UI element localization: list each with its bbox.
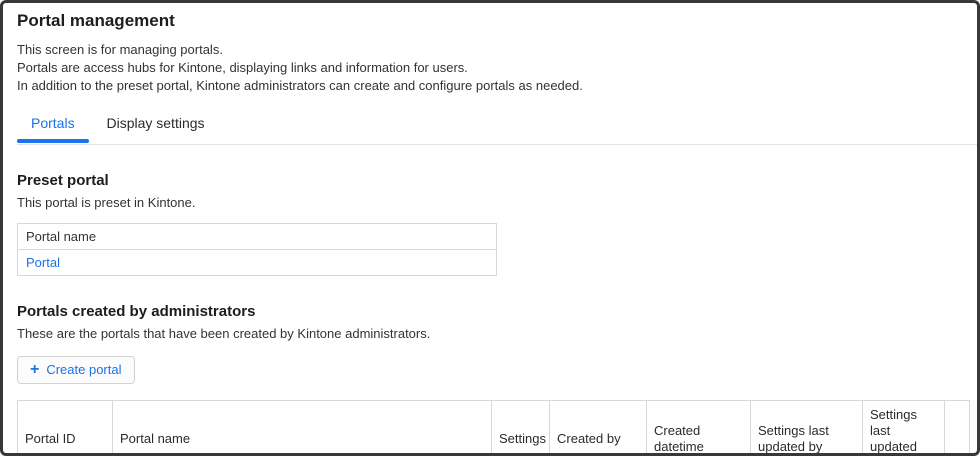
preset-portal-link[interactable]: Portal: [26, 255, 60, 270]
plus-icon: +: [30, 363, 39, 377]
preset-portal-table: Portal name Portal: [17, 223, 497, 276]
portal-management-window: Portal management This screen is for man…: [0, 0, 980, 456]
create-portal-label: Create portal: [46, 362, 121, 378]
preset-portal-name-cell: Portal: [18, 250, 497, 276]
description-line: This screen is for managing portals.: [17, 41, 963, 59]
tab-bar: Portals Display settings: [17, 103, 963, 145]
description-line: In addition to the preset portal, Kinton…: [17, 77, 963, 95]
admin-table-header-row: Portal ID Portal name Settings Created b…: [18, 401, 970, 456]
header-settings-last-updated-by: Settings last updated by: [751, 401, 863, 456]
header-created-datetime: Created datetime: [647, 401, 751, 456]
tab-portals[interactable]: Portals: [17, 103, 89, 143]
header-portal-name: Portal name: [113, 401, 492, 456]
header-settings-last-updated-on[interactable]: Settings last updated on↓: [863, 401, 945, 456]
preset-portal-description: This portal is preset in Kintone.: [17, 195, 963, 211]
description-line: Portals are access hubs for Kintone, dis…: [17, 59, 963, 77]
page-title: Portal management: [17, 11, 963, 31]
preset-portal-heading: Preset portal: [17, 171, 963, 190]
sort-column-label: Settings last updated on: [870, 407, 917, 456]
header-actions: [945, 401, 970, 456]
header-settings: Settings: [492, 401, 550, 456]
tab-display-settings[interactable]: Display settings: [92, 103, 218, 143]
create-portal-button[interactable]: + Create portal: [17, 356, 135, 384]
header-created-by: Created by: [550, 401, 647, 456]
admin-portals-description: These are the portals that have been cre…: [17, 326, 963, 342]
preset-table-row: Portal: [18, 250, 497, 276]
header-portal-id: Portal ID: [18, 401, 113, 456]
admin-portals-table: Portal ID Portal name Settings Created b…: [17, 400, 970, 456]
preset-portal-name-header: Portal name: [18, 224, 497, 250]
admin-portals-heading: Portals created by administrators: [17, 302, 963, 321]
page-description: This screen is for managing portals. Por…: [17, 41, 963, 95]
preset-table-header-row: Portal name: [18, 224, 497, 250]
